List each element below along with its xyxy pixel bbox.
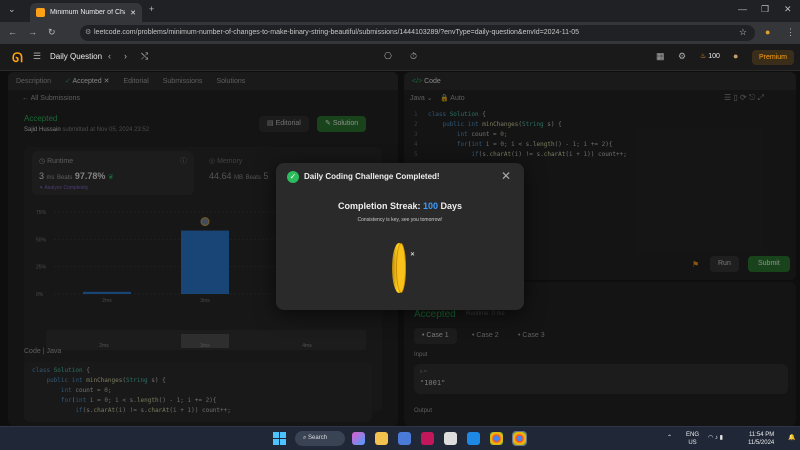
file-explorer-icon[interactable] — [375, 432, 388, 445]
modal-close-icon[interactable]: ✕ — [501, 169, 511, 183]
back-icon[interactable]: ← — [8, 27, 17, 37]
chrome-active-icon[interactable] — [512, 431, 527, 446]
leetcode-topbar: ᘏ ☰ Daily Question ‹ › ⤭ ⎔ ⏱ ▦ ⚙ ♨ 100 ●… — [0, 44, 800, 71]
notifications-icon[interactable]: 🔔 — [788, 434, 795, 441]
url-field[interactable]: ⚙ leetcode.com/problems/minimum-number-o… — [80, 25, 755, 41]
intellij-icon[interactable] — [421, 432, 434, 445]
reload-icon[interactable]: ↻ — [48, 27, 56, 38]
check-circle-icon: ✓ — [287, 171, 299, 183]
forward-icon[interactable]: → — [28, 27, 37, 37]
browser-menu-icon[interactable]: ⋮ — [786, 27, 795, 38]
debug-icon[interactable]: ⎔ — [384, 51, 392, 62]
streak-label: Completion Streak: — [337, 201, 421, 211]
clock-date: 11/5/2024 — [748, 440, 775, 446]
extension-icon[interactable]: ● — [765, 27, 770, 37]
leetcode-favicon-icon — [36, 8, 45, 17]
close-window-icon[interactable]: ✕ — [784, 4, 792, 15]
completion-streak: Completion Streak: 100 Days — [276, 201, 524, 211]
language-indicator[interactable]: ENG US — [686, 431, 699, 447]
streak-days-number: 100 — [422, 201, 439, 211]
tab-close-icon[interactable]: ✕ — [130, 9, 136, 17]
windows-start-icon[interactable] — [273, 432, 286, 445]
tab-menu-icon[interactable]: ⌄ — [8, 4, 16, 15]
store-icon[interactable] — [398, 432, 411, 445]
new-tab-icon[interactable]: + — [149, 4, 154, 14]
url-text: leetcode.com/problems/minimum-number-of-… — [94, 29, 580, 36]
wifi-volume-battery-icons[interactable]: ◠ ♪ ▮ — [708, 434, 723, 441]
layout-icon[interactable]: ▦ — [656, 51, 665, 62]
browser-tab-bar: ⌄ Minimum Number of Changes ✕ + — ❐ ✕ — [0, 0, 800, 22]
browser-tab[interactable]: Minimum Number of Changes ✕ — [30, 3, 142, 22]
vscode-icon[interactable] — [467, 432, 480, 445]
notion-icon[interactable] — [444, 432, 457, 445]
flame-icon: ♨ — [700, 53, 707, 60]
premium-button[interactable]: Premium — [752, 50, 795, 65]
leetcode-logo-icon[interactable]: ᘏ — [12, 50, 24, 65]
copilot-icon[interactable] — [352, 432, 365, 445]
lang-top: ENG — [686, 432, 700, 438]
chrome-icon[interactable] — [490, 432, 503, 445]
modal-message: Consistency is key, see you tomorrow! — [357, 217, 443, 223]
settings-icon[interactable]: ⚙ — [678, 51, 686, 62]
site-info-icon[interactable]: ⚙ — [85, 28, 91, 36]
challenge-completed-modal: ✓ Daily Coding Challenge Completed! ✕ Co… — [276, 163, 524, 310]
minimize-icon[interactable]: — — [738, 4, 747, 14]
shuffle-icon[interactable]: ⤭ — [141, 51, 148, 62]
taskbar-search[interactable]: ⌕ Search — [295, 431, 345, 446]
tab-title: Minimum Number of Changes — [50, 9, 125, 16]
windows-taskbar: ⌕ Search ⌃ ENG US ◠ ♪ ▮ 11:54 PM 11/5/2024… — [0, 426, 800, 450]
prev-problem-icon[interactable]: ‹ — [108, 51, 111, 61]
timer-icon[interactable]: ⏱ — [410, 51, 417, 62]
address-bar-row: ← → ↻ ⚙ leetcode.com/problems/minimum-nu… — [0, 22, 800, 44]
streak-number: 100 — [708, 53, 720, 60]
daily-question-link[interactable]: Daily Question — [50, 52, 102, 61]
sparkle-icon: ✕ — [410, 252, 416, 258]
modal-title: Daily Coding Challenge Completed! — [304, 172, 440, 181]
streak-counter[interactable]: ♨ 100 — [700, 52, 720, 60]
tray-chevron-icon[interactable]: ⌃ — [667, 434, 672, 441]
problem-list-icon[interactable]: ☰ — [33, 51, 41, 62]
taskbar-search-label: Search — [308, 435, 328, 441]
lang-bottom: US — [688, 440, 697, 446]
clock-time: 11:54 PM — [749, 432, 775, 438]
maximize-icon[interactable]: ❐ — [761, 4, 769, 15]
next-problem-icon[interactable]: › — [124, 51, 127, 61]
coin-face — [396, 243, 406, 293]
streak-unit: Days — [440, 201, 463, 211]
bookmark-star-icon[interactable]: ☆ — [739, 27, 747, 38]
system-clock[interactable]: 11:54 PM 11/5/2024 — [748, 431, 774, 447]
avatar[interactable]: ● — [733, 51, 738, 61]
